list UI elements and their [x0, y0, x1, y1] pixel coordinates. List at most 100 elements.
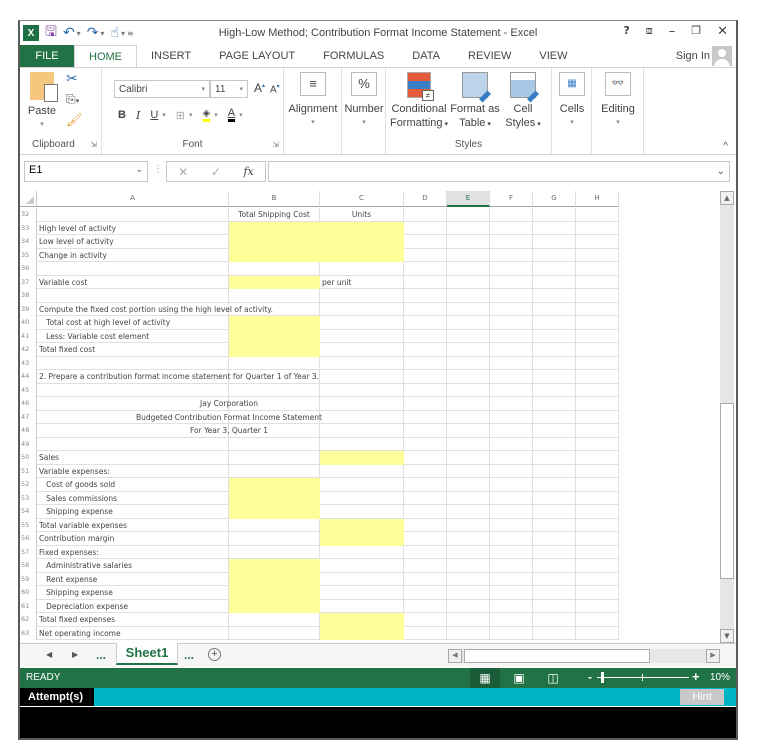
cell-a57[interactable]: Fixed expenses: — [37, 545, 229, 559]
help-icon[interactable]: ? — [623, 24, 629, 39]
cell-e60[interactable] — [447, 586, 490, 600]
cell-h63[interactable] — [576, 626, 619, 640]
cell-a50[interactable]: Sales — [37, 451, 229, 465]
cell-c51[interactable] — [320, 464, 404, 478]
cell-e51[interactable] — [447, 464, 490, 478]
row-header[interactable]: 40 — [20, 316, 37, 330]
cell-d35[interactable] — [404, 248, 447, 262]
cell-d33[interactable] — [404, 221, 447, 235]
horizontal-scrollbar[interactable]: ◀ ▶ — [448, 649, 720, 663]
cell-g49[interactable] — [533, 437, 576, 451]
zoom-slider[interactable] — [597, 672, 689, 683]
cell-h61[interactable] — [576, 599, 619, 613]
cell-g59[interactable] — [533, 572, 576, 586]
cell-e45[interactable] — [447, 383, 490, 397]
collapse-ribbon-icon[interactable]: ^ — [723, 141, 728, 152]
cell-h52[interactable] — [576, 478, 619, 492]
cell-a41[interactable]: Less: Variable cost element — [37, 329, 229, 343]
cell-f33[interactable] — [490, 221, 533, 235]
cell-c49[interactable] — [320, 437, 404, 451]
row-header[interactable]: 33 — [20, 221, 37, 235]
cell-b49[interactable] — [229, 437, 320, 451]
copy-icon[interactable]: ⎘▾ — [66, 92, 79, 107]
cell-f56[interactable] — [490, 532, 533, 546]
hint-button[interactable]: Hint — [680, 689, 724, 705]
page-layout-view-icon[interactable]: ▣ — [504, 668, 534, 688]
cell-f58[interactable] — [490, 559, 533, 573]
more-sheets-right[interactable]: ... — [184, 648, 194, 662]
cell-f47[interactable] — [490, 410, 533, 424]
row-header[interactable]: 56 — [20, 532, 37, 546]
cell-g51[interactable] — [533, 464, 576, 478]
cell-c39[interactable] — [320, 302, 404, 316]
cell-h33[interactable] — [576, 221, 619, 235]
row-header[interactable]: 43 — [20, 356, 37, 370]
select-all-button[interactable] — [20, 191, 37, 207]
cell-e35[interactable] — [447, 248, 490, 262]
cell-g52[interactable] — [533, 478, 576, 492]
cell-b52[interactable] — [229, 478, 320, 492]
cell-e59[interactable] — [447, 572, 490, 586]
cell-b43[interactable] — [229, 356, 320, 370]
cell-c61[interactable] — [320, 599, 404, 613]
cell-b58[interactable] — [229, 559, 320, 573]
cell-b38[interactable] — [229, 289, 320, 303]
cell-a44[interactable]: 2. Prepare a contribution format income … — [37, 370, 319, 384]
cell-e32[interactable] — [447, 208, 490, 222]
cell-e58[interactable] — [447, 559, 490, 573]
cell-a53[interactable]: Sales commissions — [37, 491, 229, 505]
cell-c56[interactable] — [320, 532, 404, 546]
cell-f57[interactable] — [490, 545, 533, 559]
cell-a54[interactable]: Shipping expense — [37, 505, 229, 519]
restore-icon[interactable]: ❐ — [691, 24, 701, 39]
enter-icon[interactable]: ✓ — [211, 165, 221, 179]
format-painter-icon[interactable]: 🖌 — [66, 112, 83, 128]
cell-e43[interactable] — [447, 356, 490, 370]
undo-dropdown-icon[interactable]: ▾ — [77, 29, 81, 38]
cell-b59[interactable] — [229, 572, 320, 586]
cell-b34[interactable] — [229, 235, 320, 249]
cell-g54[interactable] — [533, 505, 576, 519]
cell-d58[interactable] — [404, 559, 447, 573]
cell-h50[interactable] — [576, 451, 619, 465]
cell-c55[interactable] — [320, 518, 404, 532]
font-color-dropdown-icon[interactable]: ▾ — [239, 111, 243, 119]
cell-b61[interactable] — [229, 599, 320, 613]
tab-data[interactable]: DATA — [398, 45, 454, 67]
cell-b41[interactable] — [229, 329, 320, 343]
cell-a62[interactable]: Total fixed expenses — [37, 613, 229, 627]
cell-d41[interactable] — [404, 329, 447, 343]
cell-d59[interactable] — [404, 572, 447, 586]
format-as-table-button[interactable]: Format as Table ▾ — [450, 72, 500, 132]
sign-in-link[interactable]: Sign In — [676, 50, 710, 62]
cell-g48[interactable] — [533, 424, 576, 438]
cell-f54[interactable] — [490, 505, 533, 519]
cell-g32[interactable] — [533, 208, 576, 222]
clipboard-launcher-icon[interactable]: ⇲ — [90, 140, 97, 149]
cell-e46[interactable] — [447, 397, 490, 411]
cell-f42[interactable] — [490, 343, 533, 357]
cut-icon[interactable]: ✂ — [66, 70, 78, 87]
cell-g47[interactable] — [533, 410, 576, 424]
cell-f52[interactable] — [490, 478, 533, 492]
cell-d53[interactable] — [404, 491, 447, 505]
touch-mode-icon[interactable]: ☝ — [110, 25, 119, 41]
column-header-a[interactable]: A — [37, 191, 229, 207]
cell-a32[interactable] — [37, 208, 229, 222]
cell-d34[interactable] — [404, 235, 447, 249]
row-header[interactable]: 57 — [20, 545, 37, 559]
cell-f45[interactable] — [490, 383, 533, 397]
cell-h37[interactable] — [576, 275, 619, 289]
cell-h45[interactable] — [576, 383, 619, 397]
scroll-down-icon[interactable]: ▼ — [720, 629, 734, 643]
cell-f32[interactable] — [490, 208, 533, 222]
cell-d51[interactable] — [404, 464, 447, 478]
cell-e34[interactable] — [447, 235, 490, 249]
cell-h36[interactable] — [576, 262, 619, 276]
cell-b33[interactable] — [229, 221, 320, 235]
cell-f39[interactable] — [490, 302, 533, 316]
cell-g61[interactable] — [533, 599, 576, 613]
merged-title-cell[interactable]: For Year 3, Quarter 1 — [37, 424, 421, 438]
cell-h34[interactable] — [576, 235, 619, 249]
close-icon[interactable]: ✕ — [717, 24, 728, 39]
